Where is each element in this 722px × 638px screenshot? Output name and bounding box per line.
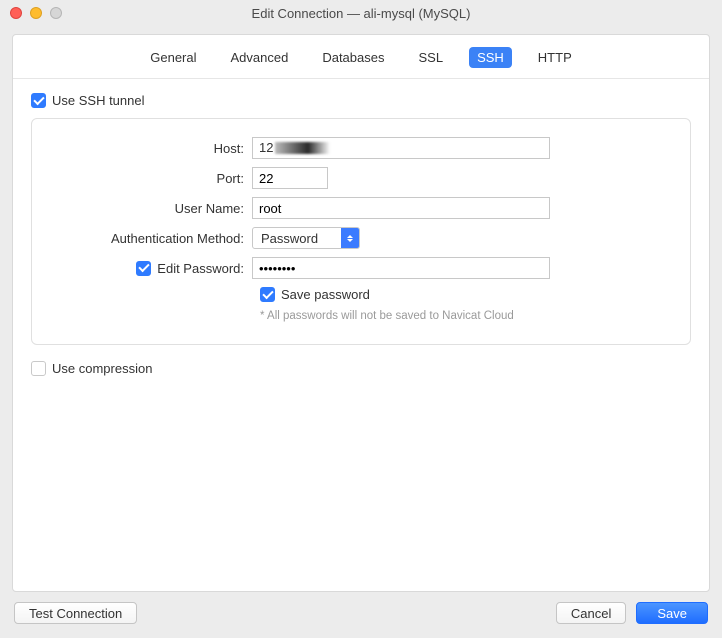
host-input[interactable]: 12 [259,140,330,155]
auth-method-value: Password [253,228,341,248]
password-input[interactable] [252,257,550,279]
test-connection-button[interactable]: Test Connection [14,602,137,624]
tab-ssl[interactable]: SSL [410,47,451,68]
close-icon[interactable] [10,7,22,19]
port-label: Port: [52,171,252,186]
host-label: Host: [52,141,252,156]
ssh-form: Host: 12 Port: User Name: [31,118,691,345]
minimize-icon[interactable] [30,7,42,19]
chevron-up-down-icon [341,228,359,248]
save-password-row: Save password [260,287,670,302]
redacted-text [275,142,330,154]
auth-method-label: Authentication Method: [52,231,252,246]
edit-password-checkbox[interactable] [136,261,151,276]
zoom-icon [50,7,62,19]
use-ssh-tunnel-label: Use SSH tunnel [52,93,145,108]
use-compression-row: Use compression [31,361,691,376]
window-title: Edit Connection — ali-mysql (MySQL) [252,6,471,21]
use-ssh-tunnel-row: Use SSH tunnel [31,93,691,108]
save-password-checkbox[interactable] [260,287,275,302]
tab-ssh[interactable]: SSH [469,47,512,68]
main-panel: General Advanced Databases SSL SSH HTTP … [12,34,710,592]
save-button[interactable]: Save [636,602,708,624]
password-note: * All passwords will not be saved to Nav… [260,310,670,322]
tab-http[interactable]: HTTP [530,47,580,68]
window-controls [10,7,62,19]
tab-databases[interactable]: Databases [314,47,392,68]
ssh-content: Use SSH tunnel Host: 12 Port: [13,79,709,591]
auth-method-select[interactable]: Password [252,227,360,249]
cancel-button[interactable]: Cancel [556,602,626,624]
use-compression-checkbox[interactable] [31,361,46,376]
footer: Test Connection Cancel Save [0,592,722,636]
tab-advanced[interactable]: Advanced [223,47,297,68]
edit-password-label-wrap: Edit Password: [52,261,252,276]
username-input[interactable] [252,197,550,219]
save-password-label: Save password [281,287,370,302]
use-ssh-tunnel-checkbox[interactable] [31,93,46,108]
tab-general[interactable]: General [142,47,204,68]
use-compression-label: Use compression [52,361,152,376]
username-label: User Name: [52,201,252,216]
port-input[interactable] [252,167,328,189]
edit-password-label: Edit Password: [157,261,244,276]
titlebar: Edit Connection — ali-mysql (MySQL) [0,0,722,26]
tab-bar: General Advanced Databases SSL SSH HTTP [13,35,709,79]
